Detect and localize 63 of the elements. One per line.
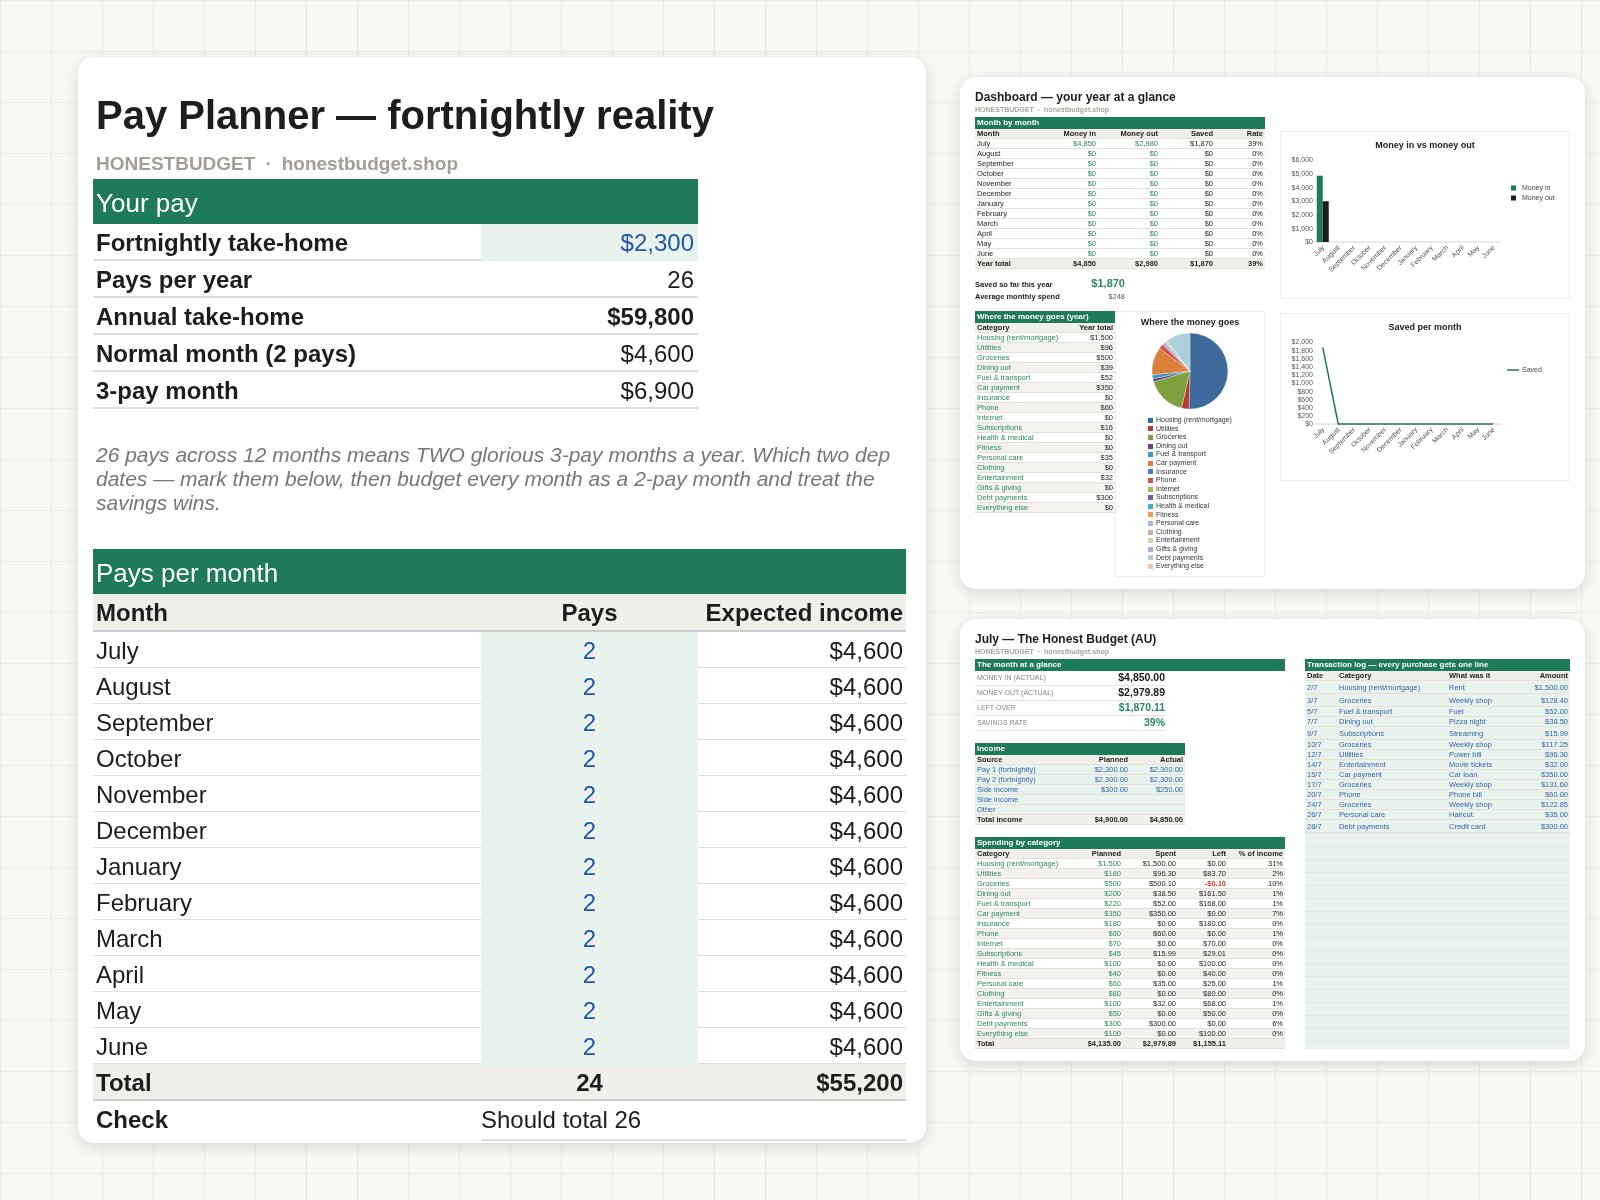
chart-title: Saved per month — [1388, 322, 1462, 332]
separator: · — [265, 153, 272, 175]
table-cell-text: Total — [95, 1068, 153, 1098]
table-cell-text: 24 — [575, 1068, 604, 1098]
table-cell-text: April — [95, 960, 145, 990]
section-header: Your pay — [93, 179, 698, 224]
table-cell-text: $4,600 — [828, 708, 904, 738]
table-cell-text: $4,600 — [828, 888, 904, 918]
table-cell-text: $4,600 — [828, 996, 904, 1026]
table-cell-text: July — [95, 636, 140, 666]
table-cell-text: $4,600 — [828, 672, 904, 702]
table-cell: Should total 26 — [481, 1101, 906, 1141]
table-cell-text: $4,600 — [828, 636, 904, 666]
sheet-title: July — The Honest Budget (AU) — [975, 630, 1158, 647]
table-cell: $1,870 — [1091, 277, 1125, 289]
table-cell-text: January — [95, 852, 183, 882]
table-cell-text: February — [95, 888, 194, 918]
table-cell-text: $2,979.89 — [1117, 686, 1165, 700]
table-cell-text: $4,600 — [828, 924, 904, 954]
column-header: Month — [95, 598, 169, 628]
section-header: Where the money goes (year) — [975, 311, 1115, 323]
table-cell-text: December — [95, 816, 208, 846]
row-label: Check — [95, 1105, 170, 1135]
table-cell-text: $4,600 — [828, 960, 904, 990]
column-header: Pays — [560, 598, 619, 628]
chart-title: Money in vs money out — [1375, 140, 1475, 150]
column-header: Expected income — [704, 598, 904, 628]
section-header: Spending by category — [975, 836, 1285, 849]
table-cell-text: $1,870.11 — [1117, 701, 1165, 715]
table-cell-text: 39% — [1143, 716, 1165, 730]
section-header: Month by month — [975, 117, 1265, 129]
section-header: Transaction log — every purchase gets one line — [1305, 658, 1570, 671]
row-label: 3-pay month — [95, 376, 240, 406]
note-text: 26 pays across 12 months means TWO glorious 3-pay months a year. Which two dep dates — mark them below, then budget every month as a 2-pay month and treat the savings wins. — [96, 443, 892, 515]
table-cell-text: $4,600 — [828, 1032, 904, 1062]
table-cell-text: $6,900 — [619, 376, 695, 406]
table-cell-text: $4,850.00 — [1117, 671, 1165, 685]
table-cell-text: $4,600 — [619, 339, 695, 369]
table-cell-text: May — [95, 996, 143, 1026]
section-header: Income — [975, 742, 1185, 755]
table-cell-text: $55,200 — [815, 1068, 904, 1098]
chart-title: Where the money goes — [1140, 317, 1240, 327]
table-cell-text: August — [95, 672, 172, 702]
table-cell-text: $4,600 — [828, 780, 904, 810]
sheet-title: Pay Planner — fortnightly reality — [96, 92, 715, 139]
section-header: Pays per month — [93, 549, 906, 594]
row-label: Normal month (2 pays) — [95, 339, 358, 369]
row-label: Fortnightly take-home — [95, 228, 349, 258]
brand-name: HONESTBUDGET — [96, 153, 256, 175]
table-cell-text: November — [95, 780, 208, 810]
row-label: Annual take-home — [95, 302, 306, 332]
table-cell-text: $4,600 — [828, 852, 904, 882]
table-cell-text: 26 — [666, 265, 695, 295]
table-cell-text: June — [95, 1032, 150, 1062]
table-cell-text: $4,600 — [828, 744, 904, 774]
section-header: The month at a glance — [975, 658, 1285, 671]
table-cell-text: $4,600 — [828, 816, 904, 846]
table-cell-text: September — [95, 708, 215, 738]
table-cell-text: October — [95, 744, 183, 774]
table-cell-text: $59,800 — [606, 302, 695, 332]
table-cell-text: March — [95, 924, 164, 954]
row-label: Pays per year — [95, 265, 254, 295]
sheet-title: Dashboard — your year at a glance — [975, 89, 1177, 105]
